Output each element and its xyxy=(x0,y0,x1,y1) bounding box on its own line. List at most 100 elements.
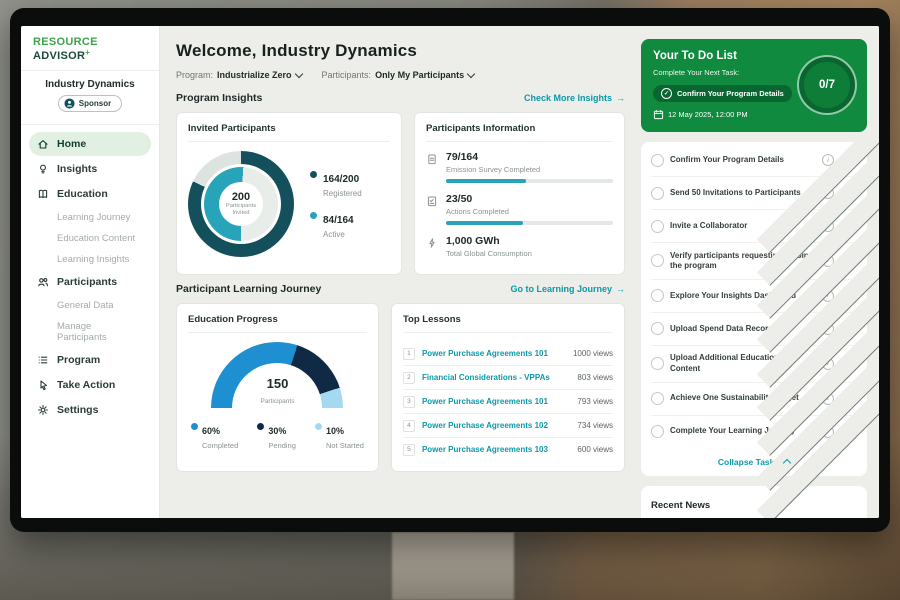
stat-label: Emission Survey Completed xyxy=(446,165,613,174)
task-checkbox[interactable] xyxy=(651,254,664,267)
task-expand-button[interactable] xyxy=(840,390,857,407)
legend-dot xyxy=(257,423,264,430)
monitor-bezel: RESOURCE ADVISOR+ Industry Dynamics Spon… xyxy=(10,8,890,532)
task-checkbox[interactable] xyxy=(651,220,664,233)
lesson-link[interactable]: Power Purchase Agreements 102 xyxy=(422,421,570,430)
sidebar-item-label: Education Content xyxy=(57,233,135,244)
top-lessons-card: Top Lessons 1 Power Purchase Agreements … xyxy=(391,303,625,472)
task-checkbox[interactable] xyxy=(651,322,664,335)
task-checkbox[interactable] xyxy=(651,392,664,405)
invited-total-value: 200 xyxy=(232,191,250,203)
lesson-views: 793 views xyxy=(577,397,613,406)
lesson-link[interactable]: Power Purchase Agreements 103 xyxy=(422,445,570,454)
task-checkbox[interactable] xyxy=(651,187,664,200)
participants-filter-value: Only My Participants xyxy=(375,70,464,80)
sidebar-item-learning-insights[interactable]: Learning Insights xyxy=(29,249,151,269)
invited-participants-card: Invited Participants 200 Participants In… xyxy=(176,112,402,275)
task-checkbox[interactable] xyxy=(651,425,664,438)
legend-item-completed: 60% Completed xyxy=(191,421,238,450)
lesson-views: 803 views xyxy=(577,373,613,382)
logo-primary: RESOURCE xyxy=(33,36,98,48)
sidebar-item-label: Manage Participants xyxy=(57,321,143,343)
sidebar-item-take-action[interactable]: Take Action xyxy=(29,373,151,397)
sidebar-item-general-data[interactable]: General Data xyxy=(29,295,151,315)
task-checkbox[interactable] xyxy=(651,289,664,302)
sidebar-item-program[interactable]: Program xyxy=(29,348,151,372)
next-task-pill[interactable]: ✓ Confirm Your Program Details xyxy=(653,85,792,102)
todo-subtitle: Complete Your Next Task: xyxy=(653,68,792,77)
todo-progress-value: 0/7 xyxy=(819,79,835,91)
task-row-confirm-program[interactable]: Confirm Your Program Details i xyxy=(651,144,857,177)
sidebar-item-label: Take Action xyxy=(57,379,115,391)
chevron-down-icon xyxy=(294,70,302,78)
task-checkbox[interactable] xyxy=(651,357,664,370)
progressbar-fill xyxy=(446,179,526,183)
app-window: RESOURCE ADVISOR+ Industry Dynamics Spon… xyxy=(21,26,879,518)
legend-label: Pending xyxy=(268,441,296,450)
sidebar-item-home[interactable]: Home xyxy=(29,132,151,156)
chevron-down-icon xyxy=(467,70,475,78)
lesson-views: 600 views xyxy=(577,445,613,454)
task-expand-button[interactable] xyxy=(840,218,857,235)
sidebar-item-manage-participants[interactable]: Manage Participants xyxy=(29,316,151,347)
due-date-text: 12 May 2025, 12:00 PM xyxy=(668,110,748,119)
legend-dot xyxy=(310,171,317,178)
task-expand-button[interactable] xyxy=(840,185,857,202)
card-title: Education Progress xyxy=(188,314,367,333)
sidebar-item-learning-journey[interactable]: Learning Journey xyxy=(29,207,151,227)
legend-dot xyxy=(310,212,317,219)
check-icon: ✓ xyxy=(661,88,672,99)
lesson-link[interactable]: Financial Considerations - VPPAs xyxy=(422,373,570,382)
section-title-program-insights: Program Insights xyxy=(176,92,262,104)
task-expand-button[interactable] xyxy=(840,287,857,304)
logo-secondary: ADVISOR xyxy=(33,50,85,62)
sidebar-item-education-content[interactable]: Education Content xyxy=(29,228,151,248)
stat-value: 23/50 xyxy=(446,193,613,205)
check-more-insights-link[interactable]: Check More Insights → xyxy=(524,93,625,103)
legend-item-not-started: 10% Not Started xyxy=(315,421,364,450)
filter-bar: Program: Industrialize Zero Participants… xyxy=(176,70,625,80)
task-checkbox[interactable] xyxy=(651,154,664,167)
go-to-learning-journey-link[interactable]: Go to Learning Journey → xyxy=(510,284,625,294)
legend-value: 164/200 xyxy=(323,174,359,185)
sidebar-item-settings[interactable]: Settings xyxy=(29,398,151,422)
lesson-rank: 4 xyxy=(403,420,415,432)
sidebar-item-participants[interactable]: Participants xyxy=(29,270,151,294)
invited-total-label: Participants Invited xyxy=(224,203,258,217)
home-icon xyxy=(37,138,49,150)
task-expand-button[interactable] xyxy=(840,423,857,440)
lesson-row: 3 Power Purchase Agreements 101 793 view… xyxy=(403,390,613,414)
sidebar-item-label: Learning Insights xyxy=(57,254,129,265)
task-expand-button[interactable] xyxy=(840,355,857,372)
clipboard-icon xyxy=(426,153,438,165)
stat-value: 79/164 xyxy=(446,151,613,163)
sidebar-item-education[interactable]: Education xyxy=(29,182,151,206)
lesson-rank: 5 xyxy=(403,444,415,456)
sidebar-item-label: Program xyxy=(57,354,100,366)
participants-filter-dropdown[interactable]: Participants: Only My Participants xyxy=(322,70,475,80)
legend-value: 60% xyxy=(202,426,220,436)
task-expand-button[interactable] xyxy=(840,252,857,269)
gear-icon xyxy=(37,404,49,416)
main-content: Welcome, Industry Dynamics Program: Indu… xyxy=(160,26,638,518)
stat-value: 1,000 GWh xyxy=(446,235,613,247)
sidebar-item-label: Insights xyxy=(57,163,97,175)
monitor-stand xyxy=(392,532,514,600)
participants-information-card: Participants Information 79/164 Emission… xyxy=(414,112,625,275)
sponsor-badge-label: Sponsor xyxy=(79,99,111,108)
program-filter-value: Industrialize Zero xyxy=(217,70,292,80)
lesson-link[interactable]: Power Purchase Agreements 101 xyxy=(422,349,566,358)
sidebar-item-label: Home xyxy=(57,138,86,150)
program-filter-dropdown[interactable]: Program: Industrialize Zero xyxy=(176,70,302,80)
education-legend: 60% Completed 30% Pending xyxy=(188,421,367,450)
lightbulb-icon xyxy=(37,163,49,175)
page-title: Welcome, Industry Dynamics xyxy=(176,41,625,61)
lesson-views: 1000 views xyxy=(573,349,613,358)
task-expand-button[interactable] xyxy=(840,320,857,337)
legend-label: Not Started xyxy=(326,441,364,450)
sidebar-item-insights[interactable]: Insights xyxy=(29,157,151,181)
progressbar-fill xyxy=(446,221,523,225)
lesson-link[interactable]: Power Purchase Agreements 101 xyxy=(422,397,570,406)
arrow-right-icon: → xyxy=(616,93,625,103)
task-expand-button[interactable] xyxy=(840,152,857,169)
